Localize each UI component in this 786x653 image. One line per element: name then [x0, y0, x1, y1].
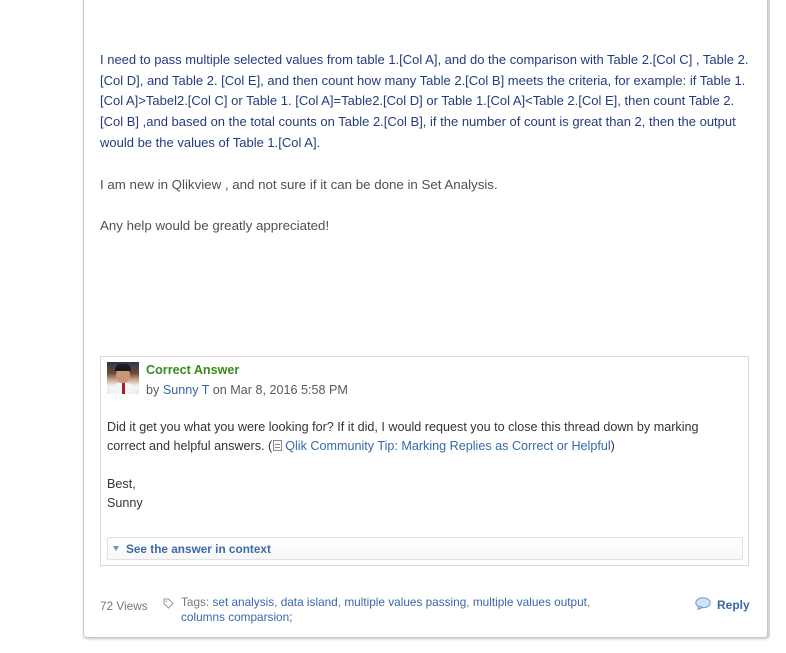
answer-author-link[interactable]: Sunny T	[163, 383, 209, 397]
tag-icon	[163, 598, 174, 609]
user-avatar[interactable]	[107, 362, 139, 394]
tag-link[interactable]: multiple values passing	[344, 595, 466, 609]
tag-link[interactable]: multiple values output	[473, 595, 587, 609]
post-paragraph-3: Any help would be greatly appreciated!	[100, 218, 330, 234]
answer-main-paragraph: Did it get you what you were looking for…	[107, 418, 737, 456]
tag-link[interactable]: columns comparsion;	[181, 610, 292, 624]
answer-date: on Mar 8, 2016 5:58 PM	[212, 383, 348, 397]
reply-label[interactable]: Reply	[717, 598, 750, 612]
question-paragraph: I need to pass multiple selected values …	[100, 52, 749, 150]
speech-bubble-icon	[695, 597, 711, 610]
post-paragraph-2: I am new in Qlikview , and not sure if i…	[100, 176, 498, 192]
answer-signoff-1: Best,	[107, 477, 136, 491]
triangle-down-icon	[113, 546, 119, 551]
see-answer-in-context-bar[interactable]: See the answer in context	[107, 537, 743, 560]
answer-by-label: by	[146, 383, 160, 397]
answer-meta: by Sunny T on Mar 8, 2016 5:58 PM	[146, 383, 348, 397]
answer-signoff-2: Sunny	[107, 496, 143, 510]
answer-text-after-link: )	[610, 439, 615, 453]
tags-label: Tags:	[181, 595, 210, 609]
discussion-post-card: I need to pass multiple selected values …	[83, 0, 768, 638]
answer-text: Did it get you what you were looking for…	[107, 418, 737, 513]
correct-answer-title: Correct Answer	[146, 363, 240, 377]
view-count: 72 Views	[100, 599, 148, 613]
document-icon	[273, 440, 283, 451]
tag-link[interactable]: data island	[281, 595, 338, 609]
correct-answer-box: Correct Answer by Sunny T on Mar 8, 2016…	[100, 356, 749, 566]
tags-list: Tags: set analysis, data island, multipl…	[181, 595, 591, 624]
tag-link[interactable]: set analysis	[212, 595, 274, 609]
community-tip-link[interactable]: Qlik Community Tip: Marking Replies as C…	[285, 439, 610, 453]
see-answer-in-context-link[interactable]: See the answer in context	[126, 542, 271, 556]
post-body: I need to pass multiple selected values …	[100, 50, 750, 258]
